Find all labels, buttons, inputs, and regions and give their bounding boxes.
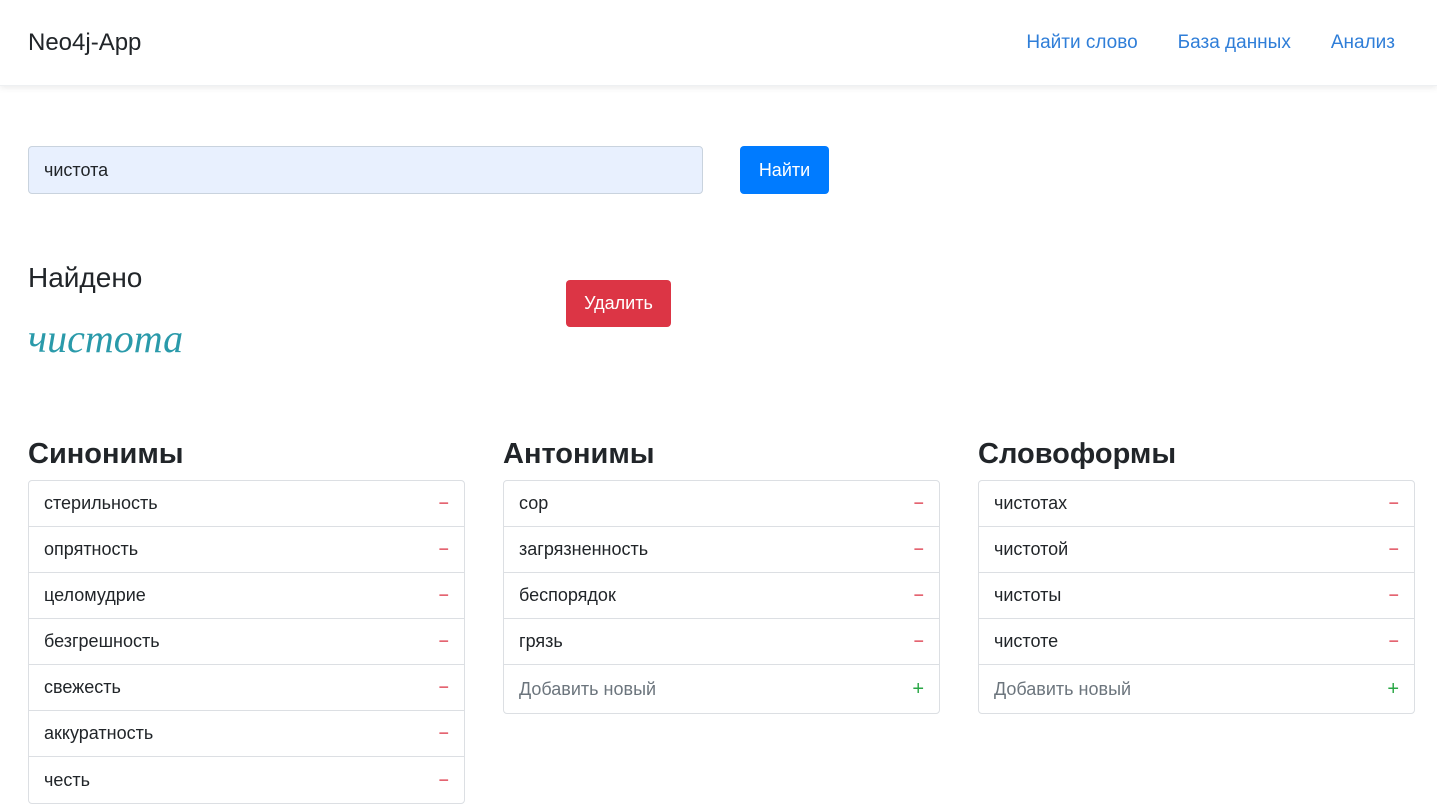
remove-icon[interactable]: − [433, 723, 449, 744]
item-text: целомудрие [44, 585, 146, 605]
wordforms-column: Словоформы чистотах − чистотой − чистоты − … [978, 436, 1415, 714]
list-item: чистоте − [979, 619, 1414, 665]
remove-icon[interactable]: − [433, 539, 449, 560]
plus-icon[interactable]: + [908, 678, 924, 701]
list-item: свежесть − [29, 665, 464, 711]
item-text: чистотах [994, 493, 1068, 513]
remove-icon[interactable]: − [433, 677, 449, 698]
delete-button[interactable]: Удалить [566, 280, 671, 327]
item-text: загрязненность [519, 539, 649, 559]
list-item: грязь − [504, 619, 939, 665]
list-item: сор − [504, 481, 939, 527]
remove-icon[interactable]: − [908, 493, 924, 514]
item-text: чистоте [994, 631, 1059, 651]
antonyms-column: Антонимы сор − загрязненность − беспорядок… [503, 436, 940, 714]
antonyms-title: Антонимы [503, 438, 655, 470]
remove-icon[interactable]: − [1383, 631, 1399, 652]
nav-link-find-word[interactable]: Найти слово [1026, 30, 1137, 56]
wordforms-list: чистотах − чистотой − чистоты − чистоте − До… [978, 480, 1415, 714]
brand-logo[interactable]: Neo4j-App [28, 28, 141, 58]
remove-icon[interactable]: − [1383, 539, 1399, 560]
list-item: опрятность − [29, 527, 464, 573]
list-item: безгрешность − [29, 619, 464, 665]
remove-icon[interactable]: − [433, 585, 449, 606]
nav-link-database[interactable]: База данных [1178, 30, 1291, 56]
synonyms-list: стерильность − опрятность − целомудрие − бе… [28, 480, 465, 804]
add-new-text[interactable]: Добавить новый [994, 679, 1131, 700]
remove-icon[interactable]: − [1383, 493, 1399, 514]
synonyms-column: Синонимы стерильность − опрятность − целом… [28, 436, 465, 804]
search-input[interactable] [28, 146, 703, 194]
antonyms-list: сор − загрязненность − беспорядок − грязь − … [503, 480, 940, 714]
item-text: чистоты [994, 585, 1062, 605]
nav-links: Найти слово База данных Анализ [1026, 30, 1395, 56]
list-item: беспорядок − [504, 573, 939, 619]
remove-icon[interactable]: − [433, 493, 449, 514]
add-new-text[interactable]: Добавить новый [519, 679, 656, 700]
found-label: Найдено [28, 262, 143, 293]
list-item: чистотой − [979, 527, 1414, 573]
remove-icon[interactable]: − [908, 585, 924, 606]
item-text: грязь [519, 631, 563, 651]
search-button[interactable]: Найти [740, 146, 829, 194]
remove-icon[interactable]: − [433, 631, 449, 652]
add-new-item[interactable]: Добавить новый + [979, 665, 1414, 713]
remove-icon[interactable]: − [908, 631, 924, 652]
remove-icon[interactable]: − [433, 770, 449, 791]
item-text: опрятность [44, 539, 139, 559]
item-text: беспорядок [519, 585, 616, 605]
item-text: чистотой [994, 539, 1069, 559]
item-text: безгрешность [44, 631, 160, 651]
found-word: чистота [28, 316, 184, 361]
item-text: аккуратность [44, 723, 154, 743]
list-item: чистоты − [979, 573, 1414, 619]
remove-icon[interactable]: − [1383, 585, 1399, 606]
list-item: целомудрие − [29, 573, 464, 619]
list-item: загрязненность − [504, 527, 939, 573]
item-text: свежесть [44, 677, 121, 697]
plus-icon[interactable]: + [1383, 678, 1399, 701]
add-new-item[interactable]: Добавить новый + [504, 665, 939, 713]
navbar: Neo4j-App Найти слово База данных Анализ [0, 0, 1437, 86]
remove-icon[interactable]: − [908, 539, 924, 560]
synonyms-title: Синонимы [28, 438, 184, 470]
item-text: сор [519, 493, 549, 513]
wordforms-title: Словоформы [978, 438, 1177, 470]
item-text: стерильность [44, 493, 158, 513]
list-item: честь − [29, 757, 464, 803]
list-item: аккуратность − [29, 711, 464, 757]
item-text: честь [44, 769, 91, 790]
list-item: стерильность − [29, 481, 464, 527]
nav-link-analysis[interactable]: Анализ [1331, 30, 1395, 56]
list-item: чистотах − [979, 481, 1414, 527]
